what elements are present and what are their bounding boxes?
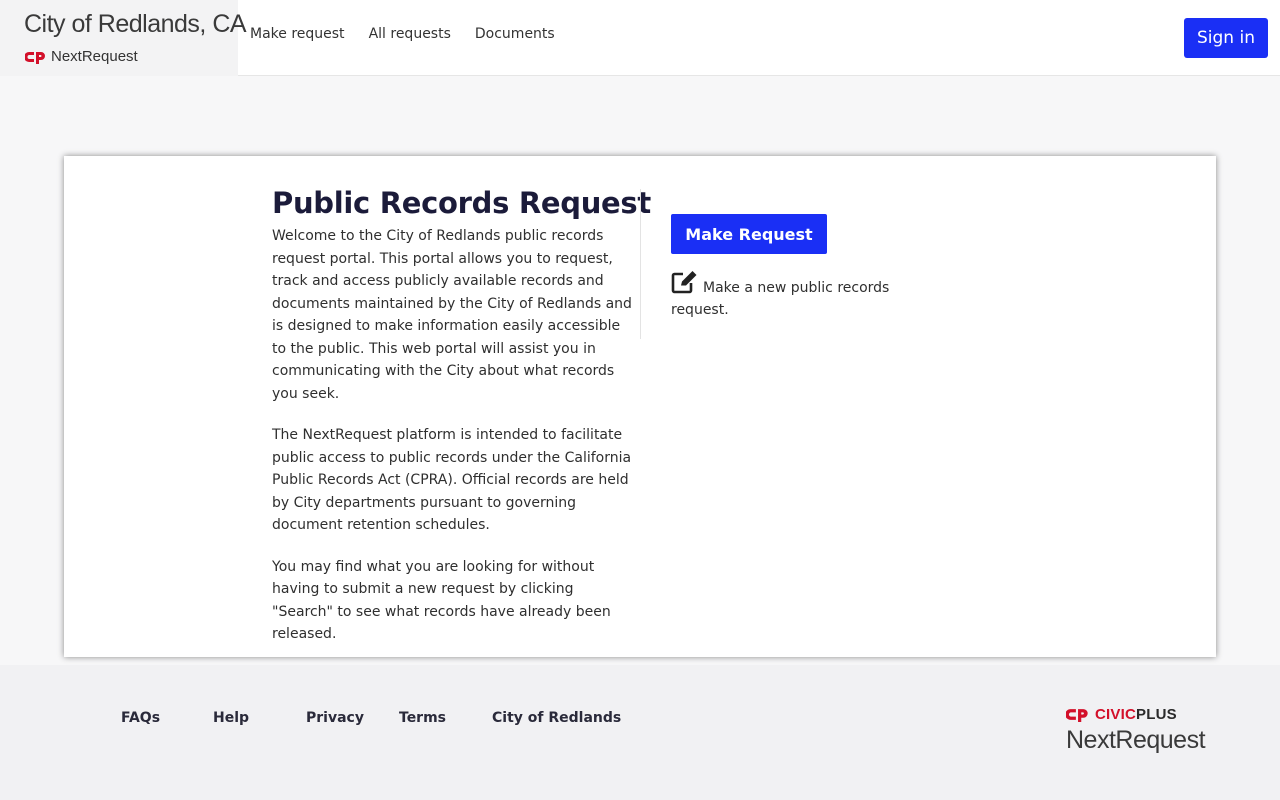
section-divider	[640, 189, 641, 339]
brand-box[interactable]: City of Redlands, CA NextRequest	[0, 0, 247, 76]
nav-documents[interactable]: Documents	[475, 26, 555, 42]
civic-text: CIVIC	[1095, 706, 1137, 723]
plus-text: PLUS	[1136, 706, 1177, 723]
footer-link-terms[interactable]: Terms	[399, 710, 446, 726]
page-title: Public Records Request	[272, 186, 651, 220]
civicplus-mark-icon	[1066, 709, 1088, 722]
intro-paragraph-welcome: Welcome to the City of Redlands public r…	[272, 228, 632, 402]
main-nav: Make request All requests Documents	[250, 26, 579, 42]
civicplus-mark-icon	[25, 51, 45, 64]
brand-product-name: NextRequest	[51, 48, 138, 65]
nav-make-request[interactable]: Make request	[250, 26, 345, 42]
civicplus-logo: CIVICPLUS	[1066, 706, 1205, 723]
make-request-section: Make Request Make a new public records r…	[671, 214, 911, 321]
footer-product-name: NextRequest	[1066, 726, 1206, 754]
main-card: Public Records Request Welcome to the Ci…	[64, 156, 1216, 657]
sign-in-button[interactable]: Sign in	[1184, 18, 1268, 58]
nextrequest-logo: NextRequest	[25, 48, 138, 65]
top-header: City of Redlands, CA NextRequest Make re…	[0, 0, 1280, 76]
make-request-description-block: Make a new public records request.	[671, 270, 911, 321]
intro-section: Public Records Request Welcome to the Ci…	[272, 186, 651, 646]
edit-icon	[671, 271, 697, 294]
nav-all-requests[interactable]: All requests	[369, 26, 451, 42]
footer-link-help[interactable]: Help	[213, 710, 249, 726]
intro-paragraph-search: You may find what you are looking for wi…	[272, 558, 611, 643]
make-request-description: Make a new public records request.	[671, 280, 890, 318]
footer-link-privacy[interactable]: Privacy	[306, 710, 364, 726]
civicplus-nextrequest-logo: CIVICPLUS NextRequest	[1066, 706, 1206, 755]
make-request-button[interactable]: Make Request	[671, 214, 827, 254]
city-name: City of Redlands, CA	[24, 10, 247, 38]
footer-link-faqs[interactable]: FAQs	[121, 710, 160, 726]
civicplus-wordmark: CIVICPLUS	[1095, 706, 1177, 723]
intro-paragraph-platform: The NextRequest platform is intended to …	[272, 427, 632, 533]
footer-link-city[interactable]: City of Redlands	[492, 710, 621, 726]
footer: FAQs Help Privacy Terms City of Redlands…	[0, 665, 1280, 800]
